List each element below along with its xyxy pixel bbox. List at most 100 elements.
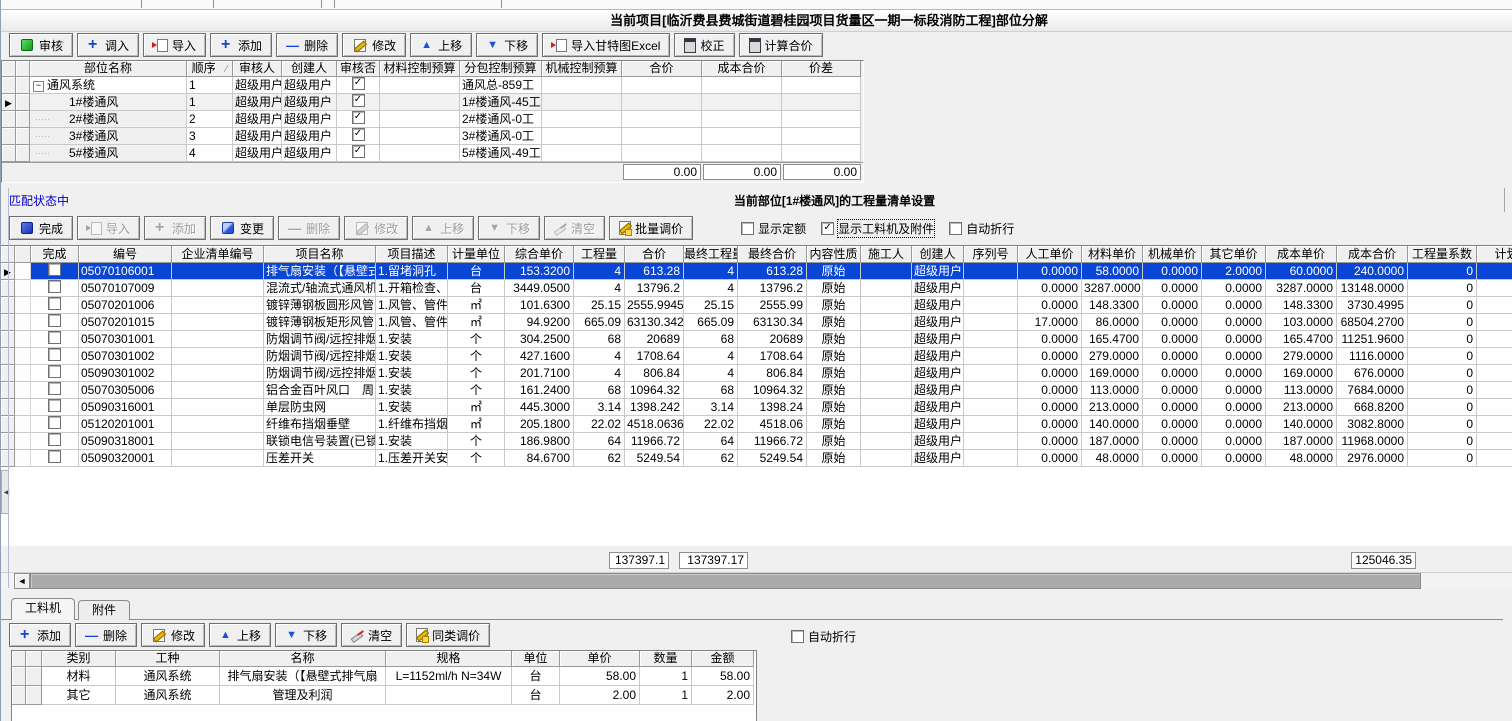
move-up-button[interactable]: 上移 [412, 216, 474, 240]
table-row[interactable]: 3#楼通风 3 超级用户 超级用户 ✓ 3#楼通风-0工 [2, 128, 863, 145]
show-quota-checkbox[interactable]: 显示定额 [741, 220, 806, 237]
table-row[interactable]: 05070107009 混流式/轴流式通风机 1.开箱检查、 台 3449.05… [1, 280, 1512, 297]
add-button[interactable]: 添加 [9, 623, 71, 647]
col-trade[interactable]: 工种 [116, 651, 220, 667]
move-down-button[interactable]: 下移 [478, 216, 540, 240]
same-price-button[interactable]: 同类调价 [406, 623, 490, 647]
table-row[interactable]: 5#楼通风 4 超级用户 超级用户 ✓ 5#楼通风-49工 [2, 145, 863, 162]
finish-button[interactable]: 完成 [9, 216, 73, 240]
col-auditor[interactable]: 审核人 [233, 61, 282, 77]
col-labor-price[interactable]: 人工单价 [1018, 246, 1082, 263]
col-final-qty[interactable]: 最终工程量 [684, 246, 738, 263]
col-other-price[interactable]: 其它单价 [1202, 246, 1266, 263]
col-spec[interactable]: 规格 [386, 651, 512, 667]
table-row[interactable]: 05070301002 防烟调节阀/远控排烟阀 1.安装 个 427.1600 … [1, 348, 1512, 365]
col-cost-total[interactable]: 成本合价 [702, 61, 782, 77]
move-up-button[interactable]: 上移 [410, 33, 472, 57]
col-category[interactable]: 类别 [42, 651, 116, 667]
table-row[interactable]: 05090301002 防烟调节阀/远控排烟阀 1.安装 个 201.7100 … [1, 365, 1512, 382]
table-row[interactable]: 05090316001 单层防虫网 1.安装 ㎡ 445.3000 3.14 1… [1, 399, 1512, 416]
table-row[interactable]: 2#楼通风 2 超级用户 超级用户 ✓ 2#楼通风-0工 [2, 111, 863, 128]
done-checkbox[interactable] [48, 314, 61, 327]
col-material-price[interactable]: 材料单价 [1082, 246, 1143, 263]
col-amount[interactable]: 合价 [625, 246, 684, 263]
col-qty-factor[interactable]: 工程量系数 [1408, 246, 1477, 263]
table-row[interactable]: ▶ 05070106001 排气扇安装（【悬壁式 1.留堵洞孔 台 153.32… [1, 263, 1512, 280]
move-up-button[interactable]: 上移 [209, 623, 271, 647]
delete-button[interactable]: 删除 [75, 623, 137, 647]
scrollbar-thumb[interactable] [30, 573, 1421, 589]
audit-button[interactable]: 审核 [9, 33, 73, 57]
table-row[interactable]: ▶ 1#楼通风 1 超级用户 超级用户 ✓ 1#楼通风-45工 [2, 94, 863, 111]
col-comp-price[interactable]: 综合单价 [505, 246, 574, 263]
done-checkbox[interactable] [48, 416, 61, 429]
call-in-button[interactable]: 调入 [77, 33, 139, 57]
col-plan[interactable]: 计划 [1477, 246, 1512, 263]
col-diff[interactable]: 价差 [782, 61, 861, 77]
done-checkbox[interactable] [48, 331, 61, 344]
delete-button[interactable]: 删除 [276, 33, 338, 57]
col-machine-budget[interactable]: 机械控制预算 [542, 61, 622, 77]
done-checkbox[interactable] [48, 382, 61, 395]
import-button[interactable]: 导入 [143, 33, 206, 57]
col-unit[interactable]: 单位 [512, 651, 560, 667]
modify-button[interactable]: 修改 [342, 33, 406, 57]
move-down-button[interactable]: 下移 [476, 33, 538, 57]
table-row[interactable]: 材料 通风系统 排气扇安装（【悬壁式排气扇 L=1152ml/h N=34W 台… [12, 667, 756, 686]
done-checkbox[interactable] [48, 263, 61, 276]
col-machine-price[interactable]: 机械单价 [1143, 246, 1202, 263]
table-row[interactable]: 05090318001 联锁电信号装置(已锁 1.安装 个 186.9800 6… [1, 433, 1512, 450]
done-checkbox[interactable] [48, 365, 61, 378]
import-gantt-button[interactable]: 导入甘特图Excel [542, 33, 670, 57]
col-money[interactable]: 金额 [692, 651, 754, 667]
col-done[interactable]: 完成 [31, 246, 79, 263]
col-creator[interactable]: 创建人 [282, 61, 337, 77]
col-material-budget[interactable]: 材料控制预算 [380, 61, 460, 77]
batch-price-button[interactable]: 批量调价 [609, 216, 693, 240]
add-button[interactable]: 添加 [210, 33, 272, 57]
col-creator[interactable]: 创建人 [912, 246, 964, 263]
audited-checkbox[interactable]: ✓ [352, 111, 365, 124]
col-cost-amount[interactable]: 成本合价 [1337, 246, 1408, 263]
col-serial[interactable]: 序列号 [964, 246, 1018, 263]
col-unit[interactable]: 计量单位 [448, 246, 505, 263]
auto-wrap-checkbox[interactable]: 自动折行 [949, 220, 1014, 237]
show-materials-checkbox[interactable]: ✓显示工料机及附件 [821, 220, 934, 237]
table-row[interactable]: 05120201001 纤维布挡烟垂壁 1.纤维布挡烟 ㎡ 205.1800 2… [1, 416, 1512, 433]
table-row[interactable]: 05070305006 铝合金百叶风口 周 1.安装 个 161.2400 68… [1, 382, 1512, 399]
add-button[interactable]: 添加 [144, 216, 206, 240]
table-row[interactable]: 05090320001 压差开关 1.压差开关安装 个 84.6700 62 5… [1, 450, 1512, 467]
tree-collapse-icon[interactable]: − [33, 81, 44, 92]
horizontal-scrollbar[interactable]: ◄ [1, 572, 1512, 589]
done-checkbox[interactable] [48, 399, 61, 412]
scroll-left-button[interactable]: ◄ [14, 573, 30, 589]
done-checkbox[interactable] [48, 348, 61, 361]
col-order[interactable]: 顺序∕ [187, 61, 233, 77]
table-row[interactable]: 05070301001 防烟调节阀/远控排烟阀 1.安装 个 304.2500 … [1, 331, 1512, 348]
col-total[interactable]: 合价 [622, 61, 702, 77]
col-final-amount[interactable]: 最终合价 [738, 246, 807, 263]
move-down-button[interactable]: 下移 [275, 623, 337, 647]
tab-attachments[interactable]: 附件 [78, 600, 130, 620]
audited-checkbox[interactable]: ✓ [352, 94, 365, 107]
col-quantity[interactable]: 工程量 [574, 246, 625, 263]
calc-total-button[interactable]: 计算合价 [739, 33, 823, 57]
tab-materials[interactable]: 工料机 [11, 598, 75, 620]
col-cost-price[interactable]: 成本单价 [1266, 246, 1337, 263]
col-name[interactable]: 名称 [220, 651, 386, 667]
audited-checkbox[interactable]: ✓ [352, 128, 365, 141]
table-row[interactable]: 05070201006 镀锌薄钢板圆形风管 1.风管、管件 ㎡ 101.6300… [1, 297, 1512, 314]
done-checkbox[interactable] [48, 297, 61, 310]
col-audited[interactable]: 审核否 [337, 61, 380, 77]
change-button[interactable]: 变更 [210, 216, 274, 240]
table-row[interactable]: 05070201015 镀锌薄钢板矩形风管 1.风管、管件 ㎡ 94.9200 … [1, 314, 1512, 331]
col-subcontract-budget[interactable]: 分包控制预算 [460, 61, 542, 77]
col-item-desc[interactable]: 项目描述 [376, 246, 448, 263]
import-button[interactable]: 导入 [77, 216, 140, 240]
col-nature[interactable]: 内容性质 [807, 246, 861, 263]
clear-button[interactable]: 清空 [544, 216, 605, 240]
col-price[interactable]: 单价 [560, 651, 640, 667]
col-constructor[interactable]: 施工人 [861, 246, 912, 263]
audited-checkbox[interactable]: ✓ [352, 145, 365, 158]
col-item-name[interactable]: 项目名称 [264, 246, 376, 263]
